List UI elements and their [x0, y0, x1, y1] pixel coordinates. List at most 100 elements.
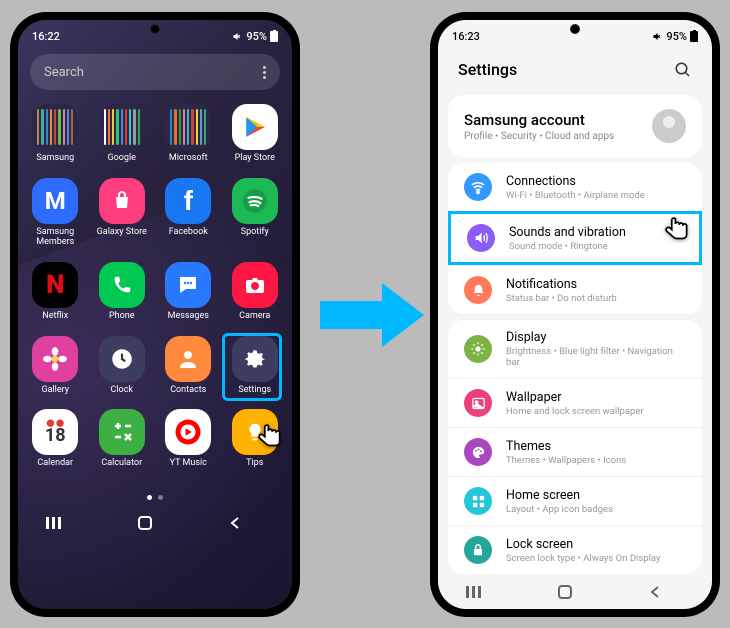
- app-calculator[interactable]: Calculator: [92, 409, 152, 469]
- app-yt-music[interactable]: YT Music: [158, 409, 218, 469]
- mute-icon: [652, 31, 663, 42]
- search-icon[interactable]: [674, 61, 692, 79]
- folder-icon: [32, 104, 78, 150]
- app-gallery[interactable]: Gallery: [25, 336, 85, 396]
- settings-row-connections[interactable]: ConnectionsWi-Fi • Bluetooth • Airplane …: [448, 163, 702, 211]
- app-label: Spotify: [241, 228, 269, 238]
- app-microsoft[interactable]: Microsoft: [158, 104, 218, 164]
- app-contacts[interactable]: Contacts: [158, 336, 218, 396]
- app-calendar[interactable]: ⬤ ⬤18 Calendar: [25, 409, 85, 469]
- bag-icon: [99, 178, 145, 224]
- app-drawer-screen: 16:22 95% Search Samsung Google Microsoft P…: [18, 20, 292, 609]
- settings-screen: 16:23 95% Settings Samsung account Profi…: [438, 20, 712, 609]
- row-sub: Status bar • Do not disturb: [506, 293, 617, 304]
- page-title: Settings: [458, 60, 517, 79]
- app-camera[interactable]: Camera: [225, 262, 285, 322]
- spotify-icon: [232, 178, 278, 224]
- samsung-account-card[interactable]: Samsung account Profile • Security • Clo…: [448, 95, 702, 157]
- home-button[interactable]: [137, 515, 173, 531]
- app-spotify[interactable]: Spotify: [225, 178, 285, 248]
- search-bar[interactable]: Search: [30, 54, 280, 90]
- settings-group: DisplayBrightness • Blue light filter • …: [448, 320, 702, 574]
- cam-icon: [232, 262, 278, 308]
- app-galaxy-store[interactable]: Galaxy Store: [92, 178, 152, 248]
- page-indicator: [18, 495, 292, 500]
- row-title: Notifications: [506, 277, 617, 292]
- back-button[interactable]: [228, 516, 264, 530]
- app-label: Tips: [246, 459, 263, 469]
- more-icon[interactable]: [263, 66, 266, 79]
- settings-row-display[interactable]: DisplayBrightness • Blue light filter • …: [448, 320, 702, 378]
- gear-icon: [232, 336, 278, 382]
- app-google[interactable]: Google: [92, 104, 152, 164]
- bell-icon: [464, 276, 492, 304]
- flower-icon: [32, 336, 78, 382]
- app-label: Settings: [238, 386, 271, 396]
- app-phone[interactable]: Phone: [92, 262, 152, 322]
- yt-icon: [165, 409, 211, 455]
- back-button[interactable]: [648, 585, 684, 599]
- row-sub: Sound mode • Ringtone: [509, 241, 626, 252]
- app-samsung[interactable]: Samsung: [25, 104, 85, 164]
- app-label: Calculator: [101, 459, 142, 469]
- row-title: Themes: [506, 439, 626, 454]
- M-icon: M: [32, 178, 78, 224]
- folder-icon: [99, 104, 145, 150]
- app-label: Contacts: [170, 386, 206, 396]
- msg-icon: [165, 262, 211, 308]
- app-clock[interactable]: Clock: [92, 336, 152, 396]
- app-label: YT Music: [170, 459, 207, 469]
- sun-icon: [464, 335, 492, 363]
- row-sub: Themes • Wallpapers • Icons: [506, 455, 626, 466]
- app-play-store[interactable]: Play Store: [225, 104, 285, 164]
- settings-row-homescreen[interactable]: Home screenLayout • App icon badges: [448, 476, 702, 525]
- settings-row-themes[interactable]: ThemesThemes • Wallpapers • Icons: [448, 427, 702, 476]
- battery-icon: [270, 31, 278, 42]
- battery-percent: 95%: [666, 30, 687, 43]
- app-label: Phone: [109, 312, 135, 322]
- home-button[interactable]: [557, 584, 593, 600]
- recents-button[interactable]: [46, 516, 82, 530]
- N-icon: N: [32, 262, 78, 308]
- app-label: Samsung Members: [25, 228, 85, 248]
- status-time: 16:23: [452, 30, 480, 43]
- row-title: Lock screen: [506, 537, 661, 552]
- row-title: Connections: [506, 174, 645, 189]
- play-icon: [232, 104, 278, 150]
- app-settings[interactable]: Settings: [225, 336, 285, 396]
- row-sub: Screen lock type • Always On Display: [506, 553, 661, 564]
- settings-row-lockscreen[interactable]: Lock screenScreen lock type • Always On …: [448, 525, 702, 574]
- app-label: Facebook: [169, 228, 208, 238]
- folder-icon: [165, 104, 211, 150]
- battery-percent: 95%: [246, 30, 267, 43]
- lock-icon: [464, 536, 492, 564]
- recents-button[interactable]: [466, 585, 502, 599]
- camera-hole: [150, 24, 160, 34]
- account-sub: Profile • Security • Cloud and apps: [464, 131, 614, 142]
- mute-icon: [232, 31, 243, 42]
- calc-icon: [99, 409, 145, 455]
- arrow-icon: [312, 275, 432, 355]
- settings-row-wallpaper[interactable]: WallpaperHome and lock screen wallpaper: [448, 378, 702, 427]
- status-time: 16:22: [32, 30, 60, 43]
- 18-icon: ⬤ ⬤18: [32, 409, 78, 455]
- app-label: Netflix: [42, 312, 68, 322]
- settings-row-notifications[interactable]: NotificationsStatus bar • Do not disturb: [448, 265, 702, 314]
- cursor-hand-icon: [662, 213, 696, 247]
- app-label: Clock: [111, 386, 133, 396]
- app-label: Calendar: [37, 459, 73, 469]
- app-label: Gallery: [41, 386, 69, 396]
- camera-hole: [570, 24, 580, 34]
- app-label: Play Store: [235, 154, 275, 164]
- app-samsung-members[interactable]: M Samsung Members: [25, 178, 85, 248]
- cursor-hand-icon: [255, 420, 289, 454]
- person-icon: [165, 336, 211, 382]
- avatar: [652, 109, 686, 143]
- app-facebook[interactable]: fFacebook: [158, 178, 218, 248]
- app-label: Galaxy Store: [97, 228, 147, 238]
- app-messages[interactable]: Messages: [158, 262, 218, 322]
- app-label: Google: [108, 154, 136, 164]
- row-title: Home screen: [506, 488, 613, 503]
- app-netflix[interactable]: N Netflix: [25, 262, 85, 322]
- phone-frame-left: 16:22 95% Search Samsung Google Microsoft P…: [10, 12, 300, 617]
